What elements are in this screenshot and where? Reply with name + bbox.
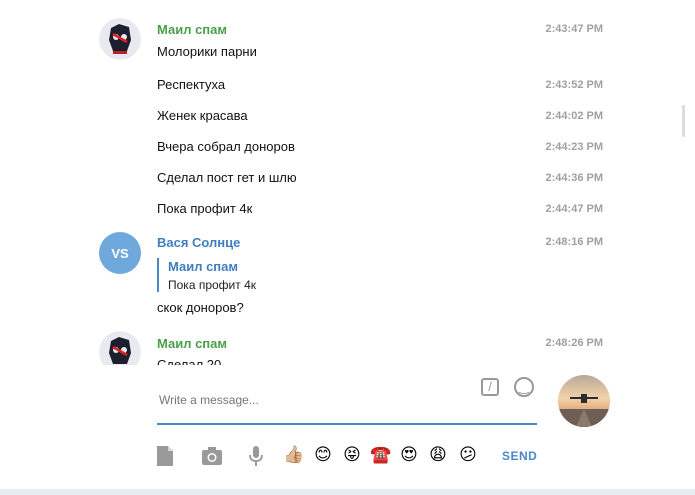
avatar-mail-spam[interactable] xyxy=(99,18,141,60)
message-text: Женек красава xyxy=(157,108,248,123)
message-time: 2:43:52 PM xyxy=(545,79,603,91)
reply-author: Маил спам xyxy=(168,259,239,274)
skull-avatar-icon xyxy=(99,18,141,60)
message-text: Вчера собрал доноров xyxy=(157,139,295,154)
message-text: Респектуха xyxy=(157,77,226,92)
emoji-weary[interactable]: 😩 xyxy=(428,445,448,465)
message-author[interactable]: Вася Солнце xyxy=(157,235,240,250)
window-bottom-border xyxy=(0,489,695,495)
emoji-telephone[interactable]: ☎️ xyxy=(370,445,391,465)
scrollbar[interactable] xyxy=(682,105,685,137)
message-text: Сделал пост гет и шлю xyxy=(157,170,297,185)
message-time: 2:44:23 PM xyxy=(545,141,603,153)
skull-avatar-icon xyxy=(99,331,141,365)
reply-text: Пока профит 4к xyxy=(168,278,256,292)
my-avatar[interactable] xyxy=(558,375,610,427)
message-text: Пока профит 4к xyxy=(157,201,253,216)
slash-command-icon[interactable]: / xyxy=(481,378,499,396)
message-time: 2:43:47 PM xyxy=(545,23,603,35)
avatar-initials: VS xyxy=(111,245,129,261)
message-author[interactable]: Маил спам xyxy=(157,336,227,351)
file-icon[interactable] xyxy=(156,445,174,467)
emoji-thumbs-up[interactable]: 👍🏼 xyxy=(283,445,304,465)
message-time: 2:48:26 PM xyxy=(545,337,603,349)
camera-icon[interactable] xyxy=(201,445,223,467)
composer: / ‿ xyxy=(0,365,695,495)
message-text: Сделал 20 xyxy=(157,357,222,365)
message-text: Молорики парни xyxy=(157,44,257,59)
airplane-sunset-icon xyxy=(558,375,610,427)
emoji-tongue[interactable]: 😝 xyxy=(342,445,362,465)
message-time: 2:44:36 PM xyxy=(545,172,603,184)
message-text: скок доноров? xyxy=(157,300,244,315)
message-history[interactable]: Маил спам 2:43:47 PM Молорики парни Респ… xyxy=(0,0,695,365)
smiley-icon[interactable]: ‿ xyxy=(514,377,534,397)
message-author[interactable]: Маил спам xyxy=(157,22,227,37)
reply-quote[interactable]: Маил спам Пока профит 4к xyxy=(157,258,256,292)
microphone-icon[interactable] xyxy=(247,445,265,467)
emoji-heart-eyes[interactable]: 😍 xyxy=(399,445,419,465)
message-time: 2:44:02 PM xyxy=(545,110,603,122)
avatar-vasya[interactable]: VS xyxy=(99,232,141,274)
avatar-mail-spam[interactable] xyxy=(99,331,141,365)
emoji-confused[interactable]: 😕 xyxy=(458,445,478,465)
message-input[interactable] xyxy=(157,377,537,425)
message-time: 2:48:16 PM xyxy=(545,236,603,248)
emoji-smile[interactable]: 😊 xyxy=(313,445,333,465)
send-button[interactable]: SEND xyxy=(502,449,537,463)
message-time: 2:44:47 PM xyxy=(545,203,603,215)
